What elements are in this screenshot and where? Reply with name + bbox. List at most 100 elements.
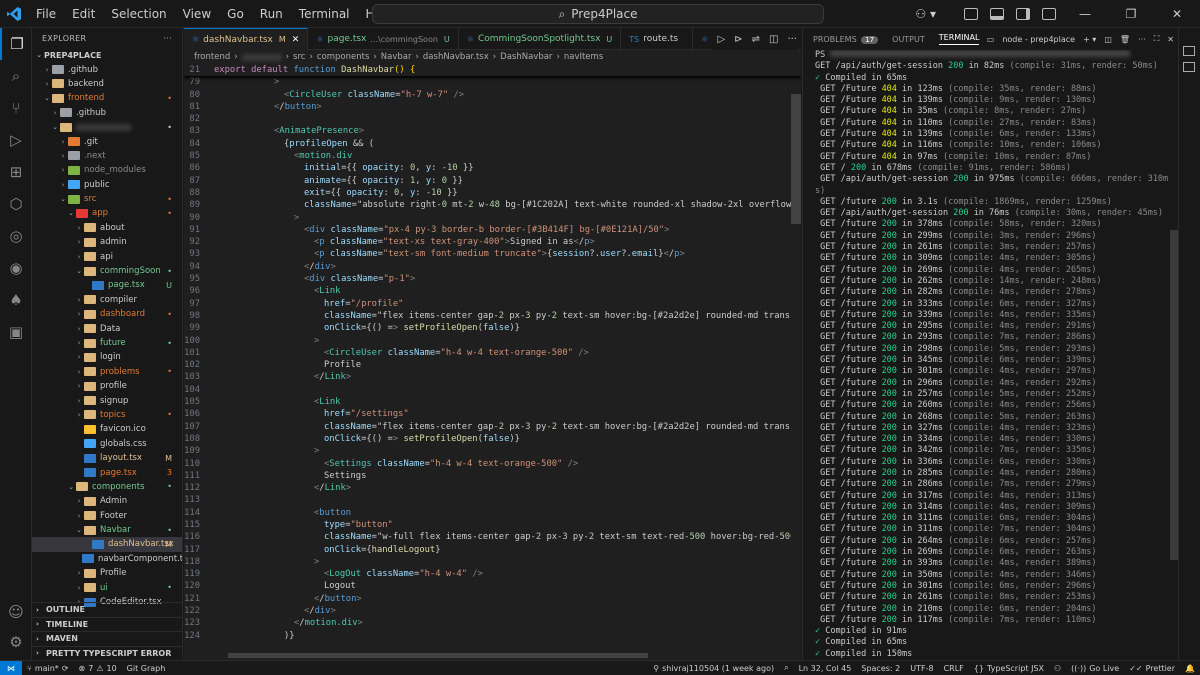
editor-tab[interactable]: ⚛ dashNavbar.tsx M ✕ (184, 28, 309, 50)
tree-folder[interactable]: › dashboard • (32, 307, 182, 321)
menu-view[interactable]: View (175, 0, 219, 28)
tree-folder[interactable]: › .github (32, 62, 182, 76)
command-center-search[interactable]: ⌕ Prep4Place (372, 4, 824, 24)
tree-folder[interactable]: ⌄ Navbar • (32, 523, 182, 537)
more-actions-icon[interactable]: ··· (787, 34, 797, 45)
breadcrumb-item[interactable]: src (293, 52, 305, 62)
toggle-sidebar-icon[interactable] (964, 8, 978, 20)
end-of-line[interactable]: CRLF (939, 664, 969, 673)
github-icon[interactable]: ◉ (0, 252, 32, 284)
copilot-icon[interactable]: ⚇ ▾ (915, 7, 936, 21)
terminal-scroll-thumb[interactable] (1170, 230, 1178, 560)
tree-folder[interactable]: › .git (32, 134, 182, 148)
minimap[interactable] (791, 64, 801, 660)
notifications-icon[interactable]: 🔔 (1180, 664, 1200, 673)
tree-folder[interactable]: ⌄ components • (32, 480, 182, 494)
split-terminal-icon[interactable]: ◫ (1104, 35, 1112, 44)
new-terminal-icon[interactable]: + ▾ (1083, 35, 1096, 44)
terminal-instance-label[interactable]: node - prep4place (1002, 35, 1075, 44)
breadcrumb-item[interactable]: DashNavbar (500, 52, 552, 62)
encoding[interactable]: UTF-8 (905, 664, 938, 673)
toggle-secondary-sidebar-icon[interactable] (1016, 8, 1030, 20)
explorer-icon[interactable]: ❐ (0, 28, 32, 60)
tree-file[interactable]: favicon.ico (32, 422, 182, 436)
tree-folder[interactable]: › signup (32, 393, 182, 407)
menu-file[interactable]: File (28, 0, 64, 28)
menu-go[interactable]: Go (219, 0, 252, 28)
maximize-panel-icon[interactable]: ⛶ (1154, 34, 1160, 44)
terminal-list-icon[interactable] (1183, 46, 1195, 56)
tree-file[interactable]: layout.tsx M (32, 451, 182, 465)
kill-terminal-icon[interactable]: 🗑 (1120, 35, 1130, 44)
editor-tab[interactable]: TS route.ts (621, 28, 694, 50)
more-actions-icon[interactable]: ··· (163, 34, 172, 43)
horizontal-scrollbar[interactable] (228, 653, 648, 658)
git-blame-indicator[interactable]: ⚲ shivraj110504 (1 week ago) (648, 664, 779, 673)
breadcrumb-item[interactable] (241, 53, 282, 61)
tree-file[interactable]: dashNavbar.tsx M (32, 537, 182, 552)
menu-edit[interactable]: Edit (64, 0, 103, 28)
tree-folder[interactable]: ⌄ frontend • (32, 91, 182, 105)
settings-gear-icon[interactable]: ⚙ (0, 626, 32, 658)
tree-file[interactable]: page.tsx 3 (32, 465, 182, 479)
source-control-icon[interactable]: ⑂ (0, 92, 32, 124)
tree-folder[interactable]: › api (32, 249, 182, 263)
compare-icon[interactable]: ⇌ (752, 34, 760, 45)
tree-folder[interactable]: › ui • (32, 580, 182, 594)
tree-file[interactable]: globals.css (32, 437, 182, 451)
tab-problems[interactable]: PROBLEMS 17 (813, 35, 879, 44)
tree-folder[interactable]: ⌄ • (32, 120, 182, 134)
copilot-status-icon[interactable]: ⚇ (1049, 664, 1066, 673)
run-debug-icon[interactable]: ▷ (0, 124, 32, 156)
language-mode[interactable]: {} TypeScript JSX (969, 664, 1049, 673)
breadcrumb-item[interactable]: frontend (194, 52, 230, 62)
minimap-slider[interactable] (791, 94, 801, 224)
zoom-icon[interactable]: ⌕ (779, 663, 793, 673)
tree-folder[interactable]: › Footer (32, 509, 182, 523)
tree-folder[interactable]: › future • (32, 336, 182, 350)
breadcrumb-item[interactable]: components (317, 52, 370, 62)
workspace-root[interactable]: ⌄ PREP4PLACE (32, 48, 182, 62)
prettier-button[interactable]: ✓✓ Prettier (1124, 664, 1180, 673)
edge-devtools-icon[interactable]: ◎ (0, 220, 32, 252)
menu-run[interactable]: Run (252, 0, 291, 28)
tree-folder[interactable]: › login (32, 350, 182, 364)
breadcrumb-item[interactable]: navItems (564, 52, 603, 62)
go-live-button[interactable]: ((·)) Go Live (1066, 664, 1124, 673)
terminal-list-icon[interactable] (1183, 62, 1195, 72)
tree-folder[interactable]: › node_modules (32, 163, 182, 177)
split-run-icon[interactable]: ⊳ (734, 34, 742, 45)
breadcrumb-item[interactable]: dashNavbar.tsx (423, 52, 489, 62)
menu-selection[interactable]: Selection (103, 0, 174, 28)
editor-tab[interactable]: ⚛ CommingSoonSpotlight.tsx U (459, 28, 622, 50)
run-icon[interactable]: ▷ (718, 34, 726, 45)
section-pretty-typescript-error[interactable]: › PRETTY TYPESCRIPT ERROR (32, 645, 182, 661)
tree-folder[interactable]: › Data (32, 321, 182, 335)
split-editor-icon[interactable]: ◫ (769, 34, 778, 45)
more-actions-icon[interactable]: ··· (1138, 35, 1146, 44)
tree-folder[interactable]: › backend (32, 77, 182, 91)
section-outline[interactable]: › OUTLINE (32, 602, 182, 617)
tree-folder[interactable]: › .next (32, 149, 182, 163)
close-window-button[interactable]: ✕ (1154, 7, 1200, 21)
extensions-icon[interactable]: ⊞ (0, 156, 32, 188)
remote-indicator-icon[interactable]: ⋈ (0, 661, 22, 675)
terminal-scrollbar[interactable] (1170, 50, 1178, 660)
branch-indicator[interactable]: ⑂ main* ⟳ (22, 664, 74, 673)
toggle-panel-icon[interactable] (990, 8, 1004, 20)
mongodb-icon[interactable]: ♠ (0, 284, 32, 316)
menu-terminal[interactable]: Terminal (291, 0, 358, 28)
tree-folder[interactable]: › about (32, 221, 182, 235)
tree-folder[interactable]: › topics • (32, 408, 182, 422)
close-panel-icon[interactable]: ✕ (1167, 35, 1174, 44)
git-graph-button[interactable]: Git Graph (122, 664, 171, 673)
python-icon[interactable]: ⬡ (0, 188, 32, 220)
customize-layout-icon[interactable] (1042, 8, 1056, 20)
indentation[interactable]: Spaces: 2 (856, 664, 905, 673)
terminal[interactable]: PS GET /api/auth/get-session 200 in 82ms… (803, 50, 1178, 660)
tree-folder[interactable]: › profile (32, 379, 182, 393)
breadcrumb-item[interactable]: Navbar (381, 52, 412, 62)
account-icon[interactable]: ☺ (0, 596, 32, 628)
tree-folder[interactable]: › Admin (32, 494, 182, 508)
tree-folder[interactable]: ⌄ src • (32, 192, 182, 206)
